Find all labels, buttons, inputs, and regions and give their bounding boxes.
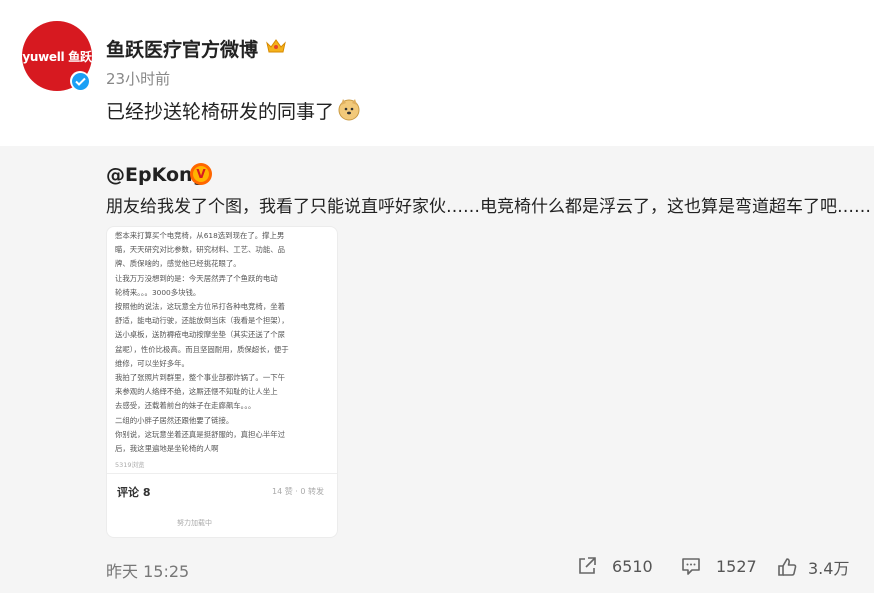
comment-button[interactable]: 1527 <box>680 555 757 577</box>
attached-screenshot-image[interactable]: 憋本来打算买个电竞椅，从618选到现在了。撑上男 瞄，天天研究对比参数，研究材料… <box>106 226 338 538</box>
crown-icon <box>266 39 286 53</box>
account-name[interactable]: 鱼跃医疗官方微博 <box>106 35 258 62</box>
divider <box>107 473 337 474</box>
repost-date[interactable]: 昨天 15:25 <box>106 558 189 582</box>
avatar-logo: yuwell 鱼跃 <box>22 49 92 64</box>
verified-badge-icon <box>70 71 90 91</box>
like-button[interactable]: 3.4万 <box>776 555 849 579</box>
screenshot-comments-label: 评论 8 <box>117 486 151 499</box>
screenshot-stats: 14 赞 · 0 转发 <box>272 487 324 496</box>
repost-block[interactable]: @EpKong V 朋友给我发了个图，我看了只能说直呼好家伙……电竞椅什么都是浮… <box>0 146 874 593</box>
comment-icon <box>682 558 700 575</box>
repost-button[interactable]: 6510 <box>576 555 653 577</box>
v-badge-icon: V <box>190 163 212 185</box>
repost-text: 朋友给我发了个图，我看了只能说直呼好家伙……电竞椅什么都是浮云了，这也算是弯道超… <box>106 197 871 217</box>
doge-emoji-icon <box>338 99 360 121</box>
comment-count: 1527 <box>716 556 757 576</box>
like-count: 3.4万 <box>808 559 850 578</box>
screenshot-text: 憋本来打算买个电竞椅，从618选到现在了。撑上男 瞄，天天研究对比参数，研究材料… <box>115 231 289 454</box>
post-text: 已经抄送轮椅研发的同事了 <box>106 101 335 123</box>
post-timestamp[interactable]: 23小时前 <box>106 68 170 89</box>
screenshot-view-count: 5319浏览 <box>115 461 145 469</box>
share-icon <box>579 557 596 574</box>
thumbs-up-icon <box>778 558 797 576</box>
screenshot-loading-text: 努力加载中 <box>177 519 212 527</box>
repost-count: 6510 <box>612 556 653 576</box>
